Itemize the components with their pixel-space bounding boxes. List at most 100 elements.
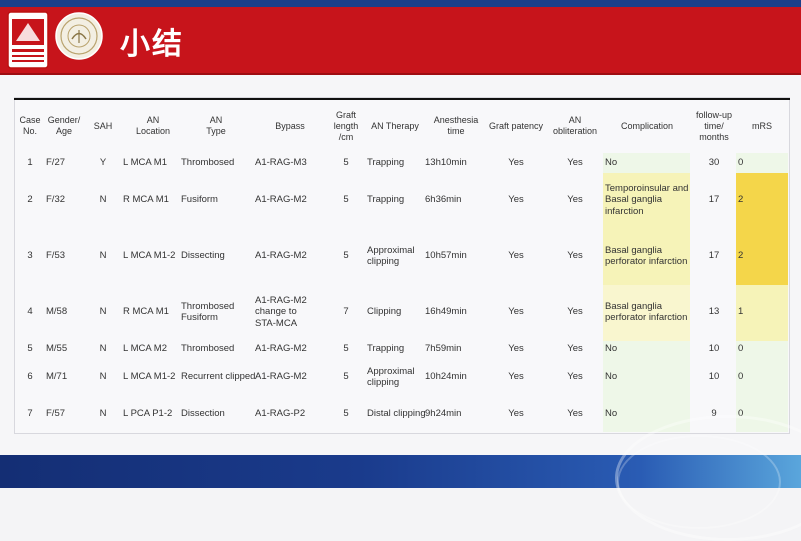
table-cell-sah: N [90,250,116,262]
cell-line: Yes [567,250,583,262]
table-cell-obliteration: Yes [555,371,595,383]
cell-line: Fusiform [181,194,218,206]
table-cell-therapy: Trapping [367,343,427,355]
cell-line: No [605,343,618,355]
table-cell-followup: 17 [699,194,729,206]
table-cell-complication: Basal ganglia perforator infarction [605,301,697,324]
table-cell-case: 4 [16,306,44,318]
table-cell-case: 6 [16,371,44,383]
cell-line: 6h36min [425,194,462,206]
table-cell-therapy: Trapping [367,194,427,206]
table-cell-anesthesia: 16h49min [425,306,491,318]
cell-line: Basal ganglia [605,194,663,206]
cell-line: F/27 [46,157,66,169]
cell-line: Approximal [367,244,415,256]
table-cell-type: Thrombosed [181,157,259,169]
table-cell-sah: Y [90,157,116,169]
table-cell-therapy: Trapping [367,157,427,169]
cell-line: 10 [708,371,720,383]
table-cell-patency: Yes [496,306,536,318]
table-cell-complication: No [605,157,697,169]
table-cell-followup: 13 [699,306,729,318]
table-cell-graft-length: 5 [333,371,359,383]
university-seal-icon [55,12,103,60]
cell-line: Yes [508,250,524,262]
cell-line: N [99,371,107,383]
cell-line: STA-MCA [255,317,298,329]
table-cell-anesthesia: 9h24min [425,408,491,420]
cell-line: R MCA M1 [123,306,169,318]
cell-line: N [99,194,107,206]
table-cell-bypass: A1-RAG-M2 [255,250,325,262]
table-cell-followup: 10 [699,371,729,383]
table-cell-patency: Yes [496,194,536,206]
table-cell-graft-length: 5 [333,408,359,420]
cell-line: 6 [27,371,33,383]
table-cell-location: L PCA P1-2 [123,408,183,420]
cell-line: A1-RAG-M3 [255,157,307,169]
cell-line: Dissecting [181,250,225,262]
cell-line: 17 [708,194,720,206]
table-cell-followup: 10 [699,343,729,355]
table-cell-anesthesia: 7h59min [425,343,491,355]
header-line: AN [568,115,582,125]
table-cell-location: R MCA M1 [123,306,183,318]
cell-line: Distal clipping [367,408,426,420]
table-cell-obliteration: Yes [555,408,595,420]
table-cell-graft-length: 7 [333,306,359,318]
table-cell-bypass: A1-RAG-M2 [255,343,325,355]
header-line: Graft [335,109,356,120]
cell-line: R MCA M1 [123,194,169,206]
table-cell-case: 2 [16,194,44,206]
table-cell-gender-age: F/32 [46,194,94,206]
table-cell-gender-age: M/58 [46,306,94,318]
cell-line: 5 [343,157,349,169]
table-cell-complication: Temporoinsular and Basal ganglia infarctio… [605,183,697,218]
cell-line: A1-RAG-M2 [255,194,307,206]
cell-line: Temporoinsular and [605,182,689,194]
cell-line: Yes [567,306,583,318]
table-cell-therapy: Approximal clipping [367,366,427,389]
table-cell-mrs: 0 [738,157,768,169]
table-cell-patency: Yes [496,408,536,420]
cell-line: Yes [567,343,583,355]
table-cell-complication: No [605,343,697,355]
cell-line: 13 [708,306,720,318]
cell-line: Trapping [367,194,405,206]
cell-line: 0 [738,371,744,383]
table-cell-gender-age: F/53 [46,250,94,262]
cell-line: N [99,343,107,355]
cell-line: M/58 [46,306,68,318]
table-cell-mrs: 2 [738,250,768,262]
table-cell-therapy: Approximal clipping [367,245,427,268]
table-cell-therapy: Clipping [367,306,427,318]
cell-line: 10h24min [425,371,467,383]
column-header: mRS [722,121,801,132]
cell-line: 9h24min [425,408,462,420]
top-accent-strip [0,0,801,7]
cell-line: Yes [508,194,524,206]
cell-line: Basal ganglia [605,244,663,256]
cell-line: 5 [343,194,349,206]
cell-line: 10h57min [425,250,467,262]
table-cell-case: 3 [16,250,44,262]
cell-line: No [605,157,618,169]
slide-title: 小结 [120,27,184,62]
table-cell-type: Thrombosed [181,343,259,355]
header-line: Type [206,126,226,136]
table-cell-sah: N [90,343,116,355]
slide-footer [0,415,801,541]
table-cell-graft-length: 5 [333,194,359,206]
cell-line: Trapping [367,157,405,169]
cell-line: Thrombosed [181,157,235,169]
cell-line: F/32 [46,194,66,206]
cell-line: 0 [738,343,744,355]
slide-header: 小结 [0,7,801,75]
table-cell-sah: N [90,371,116,383]
table-cell-type: Fusiform [181,194,259,206]
cell-line: 1 [27,157,33,169]
cell-line: L MCA M1-2 [123,250,176,262]
table-cell-location: L MCA M2 [123,343,183,355]
cell-line: 7 [27,408,33,420]
table-cell-bypass: A1-RAG-M3 [255,157,325,169]
